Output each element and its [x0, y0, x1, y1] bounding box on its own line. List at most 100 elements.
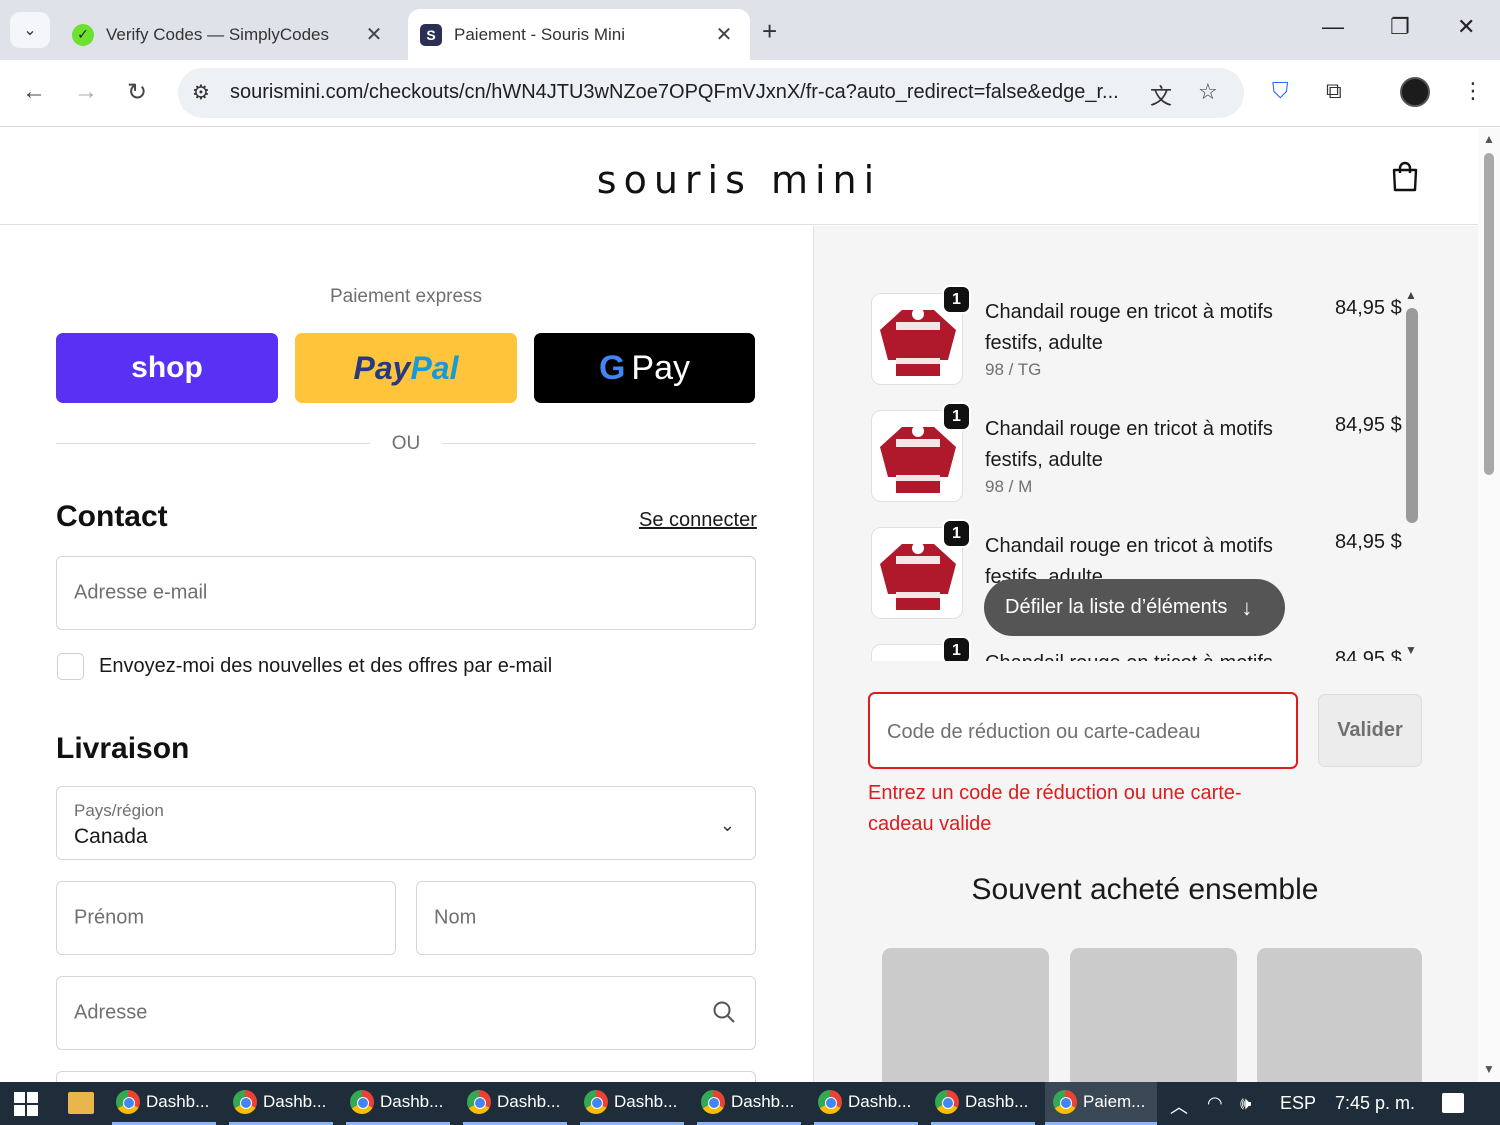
taskbar-item[interactable]: Dashb... [112, 1082, 216, 1125]
taskbar-item[interactable]: Dashb... [697, 1082, 801, 1125]
taskbar-item[interactable]: Dashb... [229, 1082, 333, 1125]
lastname-field[interactable]: Nom [416, 881, 756, 955]
menu-dots-icon[interactable]: ⋮ [1462, 78, 1484, 104]
chevron-down-icon: ⌄ [719, 815, 735, 835]
taskbar-item-active[interactable]: Paiem... [1045, 1082, 1157, 1125]
discount-code-field[interactable]: Code de réduction ou carte-cadeau [868, 692, 1298, 769]
scroll-up-arrow-icon[interactable]: ▲ [1405, 288, 1417, 302]
newsletter-checkbox[interactable] [57, 653, 84, 680]
contact-heading: Contact [56, 500, 168, 533]
google-pay-label: Pay [631, 348, 691, 387]
new-tab-button[interactable]: + [762, 16, 777, 47]
chrome-icon [1053, 1090, 1077, 1114]
shield-extension-icon[interactable]: ⛉ [1272, 78, 1289, 104]
taskbar-item[interactable]: Dashb... [346, 1082, 450, 1125]
newsletter-label[interactable]: Envoyez-moi des nouvelles et des offres … [99, 655, 552, 678]
address-field[interactable]: Adresse [56, 976, 756, 1050]
taskbar-item[interactable]: Dashb... [580, 1082, 684, 1125]
taskbar-item-label: Dashb... [146, 1092, 210, 1111]
divider [442, 443, 756, 444]
minimize-icon[interactable]: — [1322, 14, 1344, 40]
email-field[interactable]: Adresse e-mail [56, 556, 756, 630]
browser-tab-simplycodes[interactable]: ✓ Verify Codes — SimplyCodes ✕ [60, 9, 400, 60]
translate-icon[interactable]: 文 [1150, 79, 1172, 111]
chrome-icon [818, 1090, 842, 1114]
windows-taskbar: Dashb... Dashb... Dashb... Dashb... Dash… [0, 1082, 1500, 1125]
scroll-down-arrow-icon[interactable]: ▼ [1405, 643, 1417, 657]
browser-tab-paiement[interactable]: S Paiement - Souris Mini ✕ [408, 9, 750, 60]
lastname-placeholder: Nom [434, 906, 477, 929]
search-icon[interactable] [711, 999, 737, 1025]
profile-avatar[interactable] [1400, 77, 1430, 107]
paypal-label-pal: Pal [410, 349, 459, 386]
email-placeholder: Adresse e-mail [74, 581, 208, 604]
language-indicator[interactable]: ESP [1280, 1093, 1316, 1114]
notifications-icon[interactable] [1442, 1093, 1464, 1113]
shopping-bag-icon[interactable] [1391, 160, 1419, 192]
scroll-up-arrow-icon[interactable]: ▲ [1483, 132, 1495, 146]
windows-start-icon[interactable] [14, 1092, 38, 1116]
firstname-field[interactable]: Prénom [56, 881, 396, 955]
taskbar-item-label: Dashb... [965, 1092, 1029, 1111]
item-variant: 98 / TG [985, 360, 1042, 379]
file-explorer-icon[interactable] [68, 1092, 94, 1114]
taskbar-item[interactable]: Dashb... [931, 1082, 1035, 1125]
quantity-badge: 1 [942, 636, 971, 661]
back-icon[interactable]: ← [22, 78, 46, 106]
login-link[interactable]: Se connecter [639, 509, 757, 532]
scroll-list-label: Défiler la liste d’éléments [1005, 596, 1228, 618]
store-logo[interactable]: souris mini [0, 158, 1478, 202]
item-name: Chandail rouge en tricot à motifs festif… [985, 301, 1273, 354]
forward-icon[interactable]: → [74, 78, 98, 106]
taskbar-item-label: Dashb... [614, 1092, 678, 1111]
taskbar-item[interactable]: Dashb... [463, 1082, 567, 1125]
shop-pay-label: shop [131, 351, 203, 384]
scroll-list-button[interactable]: Défiler la liste d’éléments ↓ [984, 579, 1285, 636]
tab-search-button[interactable]: ⌄ [10, 12, 50, 48]
taskbar-item-label: Dashb... [263, 1092, 327, 1111]
scroll-down-arrow-icon[interactable]: ▼ [1483, 1062, 1495, 1076]
shop-pay-button[interactable]: shop [56, 333, 278, 403]
apply-discount-button[interactable]: Valider [1318, 694, 1422, 767]
browser-tab-strip: ⌄ ✓ Verify Codes — SimplyCodes ✕ S Paiem… [0, 0, 1500, 60]
extensions-puzzle-icon[interactable]: ⧉ [1326, 78, 1342, 104]
page-scrollbar-thumb[interactable] [1484, 153, 1494, 475]
firstname-placeholder: Prénom [74, 906, 145, 929]
taskbar-item-label: Dashb... [380, 1092, 444, 1111]
recommended-product-card[interactable] [1070, 948, 1237, 1088]
address-bar[interactable]: ⚙ sourismini.com/checkouts/cn/hWN4JTU3wN… [178, 68, 1244, 118]
close-icon[interactable]: ✕ [360, 22, 388, 47]
chrome-icon [116, 1090, 140, 1114]
site-settings-icon[interactable]: ⚙ [192, 80, 210, 105]
reload-icon[interactable]: ↻ [127, 78, 147, 107]
paypal-button[interactable]: Pay Pal [295, 333, 517, 403]
recommended-product-card[interactable] [882, 948, 1049, 1088]
discount-error-message: Entrez un code de réduction ou une carte… [868, 782, 1242, 835]
tray-overflow-icon[interactable]: ︿ [1170, 1093, 1188, 1119]
shipping-heading: Livraison [56, 732, 190, 765]
chrome-icon [935, 1090, 959, 1114]
quantity-badge: 1 [942, 519, 971, 548]
window-close-icon[interactable]: ✕ [1457, 14, 1475, 40]
arrow-down-icon: ↓ [1241, 594, 1253, 620]
google-pay-button[interactable]: G Pay [534, 333, 755, 403]
country-select[interactable]: Pays/région Canada ⌄ [56, 786, 756, 860]
taskbar-item[interactable]: Dashb... [814, 1082, 918, 1125]
list-scrollbar-thumb[interactable] [1406, 308, 1418, 523]
item-variant: 98 / M [985, 477, 1033, 496]
page-scrollbar[interactable]: ▲ ▼ [1478, 128, 1500, 1082]
chevron-down-icon: ⌄ [23, 22, 37, 39]
chrome-icon [584, 1090, 608, 1114]
volume-icon[interactable]: 🕪 [1240, 1093, 1251, 1114]
wifi-icon[interactable]: ◠ [1207, 1093, 1223, 1114]
clock[interactable]: 7:45 p. m. [1335, 1093, 1415, 1114]
recommended-product-card[interactable] [1257, 948, 1422, 1088]
store-favicon-icon: S [420, 23, 442, 46]
or-separator: OU [391, 433, 421, 454]
bookmark-star-icon[interactable]: ☆ [1198, 79, 1218, 105]
google-g-icon: G [598, 348, 626, 387]
restore-icon[interactable]: ❐ [1390, 14, 1410, 40]
tab-title: Paiement - Souris Mini [454, 24, 626, 44]
url-text[interactable]: sourismini.com/checkouts/cn/hWN4JTU3wNZo… [230, 81, 1130, 104]
close-icon[interactable]: ✕ [710, 22, 738, 47]
